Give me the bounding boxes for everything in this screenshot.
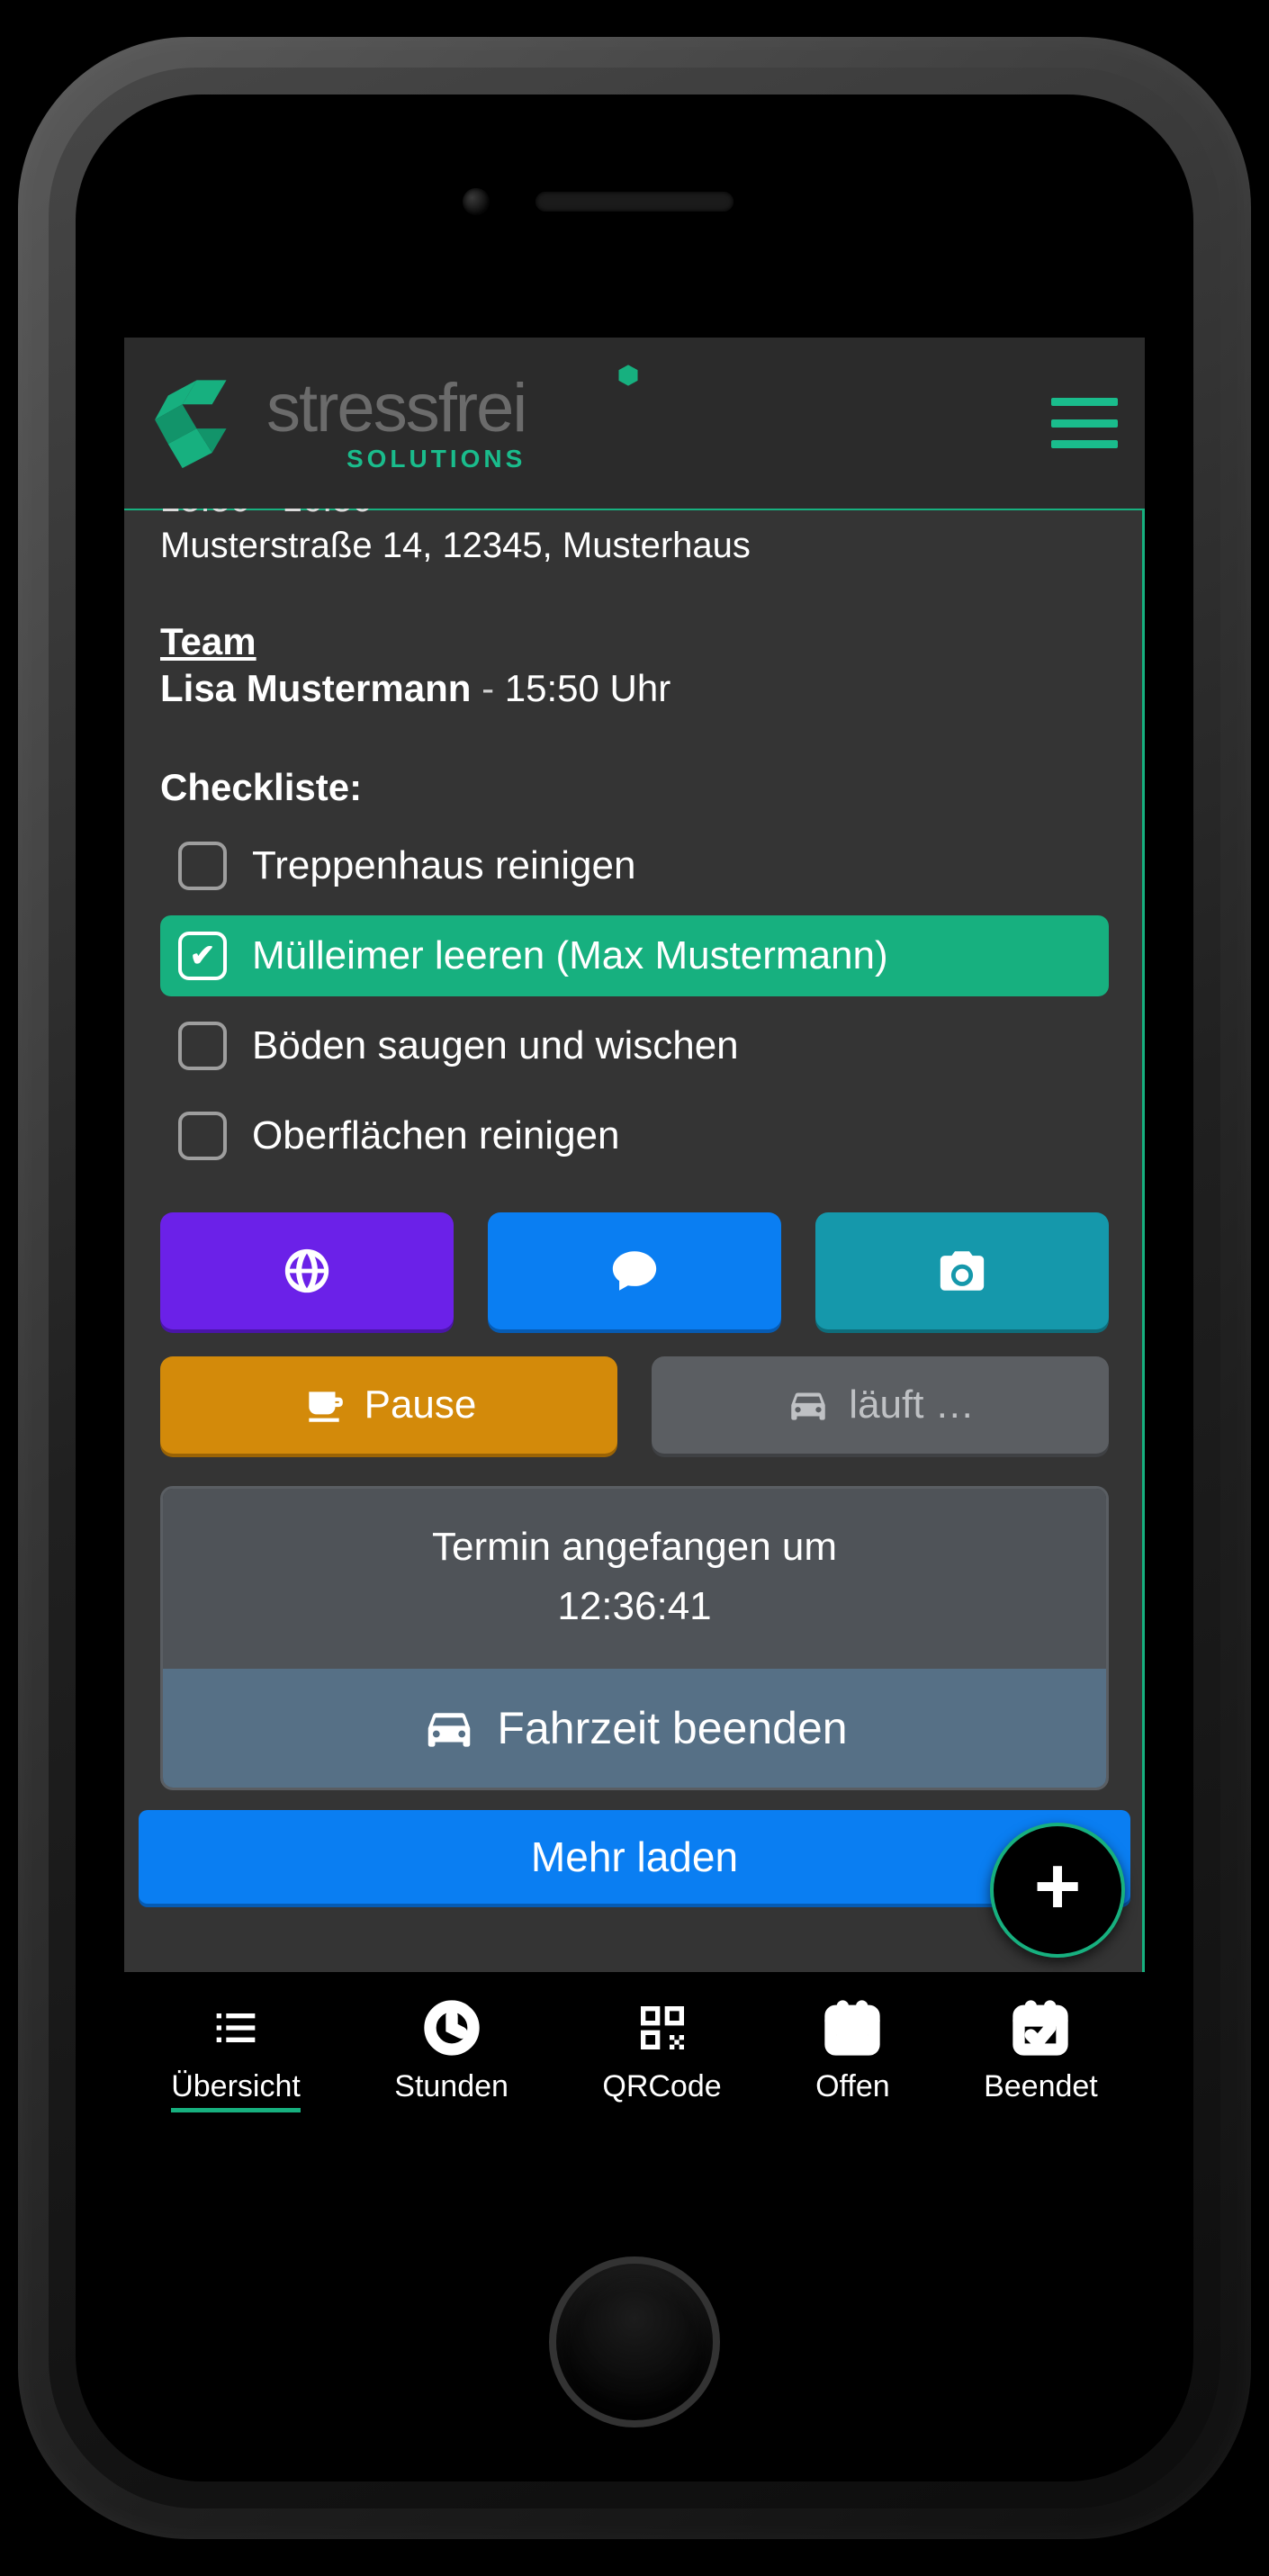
nav-open[interactable]: Offen — [815, 1999, 890, 2104]
add-fab[interactable]: + — [990, 1823, 1125, 1958]
calendar-icon — [824, 1999, 881, 2057]
end-drive-button[interactable]: Fahrzeit beenden — [163, 1669, 1106, 1788]
brand-sub: SOLUTIONS — [346, 446, 526, 472]
nav-label: QRCode — [602, 2069, 721, 2104]
checkbox-icon — [178, 1022, 227, 1070]
brand-logo[interactable]: stressfrei SOLUTIONS — [140, 374, 526, 473]
address: Musterstraße 14, 12345, Musterhaus — [160, 526, 1109, 566]
checklist-item-label: Oberflächen reinigen — [252, 1113, 619, 1158]
started-line: Termin angefangen um — [172, 1518, 1097, 1577]
globe-icon — [281, 1245, 333, 1297]
action-button-row: Pause läuft … — [160, 1356, 1109, 1454]
car-icon — [786, 1383, 831, 1428]
team-heading: Team — [160, 620, 1109, 663]
checklist-item-label: Böden saugen und wischen — [252, 1023, 739, 1068]
checklist-item[interactable]: Mülleimer leeren (Max Mustermann) — [160, 915, 1109, 996]
earpiece-speaker — [536, 192, 734, 212]
brand-name: stressfrei — [266, 374, 526, 443]
checklist-item[interactable]: Treppenhaus reinigen — [160, 825, 1109, 906]
load-more-label: Mehr laden — [531, 1833, 738, 1881]
nav-done[interactable]: Beendet — [984, 1999, 1098, 2104]
team-member-name: Lisa Mustermann — [160, 667, 471, 709]
menu-button[interactable] — [1051, 398, 1118, 448]
checklist-item-label: Mülleimer leeren (Max Mustermann) — [252, 933, 888, 978]
nav-overview[interactable]: Übersicht — [171, 1999, 301, 2112]
checklist-item[interactable]: Oberflächen reinigen — [160, 1095, 1109, 1176]
phone-bezel: Gebäude … Mustermann GmbH 15:50 - 16:50 … — [76, 95, 1193, 2481]
started-info: Termin angefangen um 12:36:41 — [163, 1489, 1106, 1669]
team-member: Lisa Mustermann - 15:50 Uhr — [160, 667, 1109, 710]
qrcode-icon — [634, 1999, 691, 2057]
hexagon-dot-icon — [616, 363, 641, 388]
checklist-item[interactable]: Böden saugen und wischen — [160, 1005, 1109, 1086]
car-icon — [421, 1700, 477, 1756]
app-header: stressfrei SOLUTIONS — [124, 338, 1145, 509]
nav-label: Offen — [815, 2069, 890, 2104]
chat-icon — [608, 1245, 661, 1297]
nav-hours[interactable]: Stunden — [394, 1999, 508, 2104]
app-screen: Gebäude … Mustermann GmbH 15:50 - 16:50 … — [124, 338, 1145, 2220]
phone-frame-inner: Gebäude … Mustermann GmbH 15:50 - 16:50 … — [49, 68, 1220, 2508]
calendar-check-icon — [1012, 1999, 1069, 2057]
plus-icon: + — [1034, 1846, 1082, 1927]
chat-button[interactable] — [488, 1212, 781, 1329]
camera-icon — [936, 1245, 988, 1297]
logo-text: stressfrei SOLUTIONS — [266, 374, 526, 472]
scroll-content: Gebäude … Mustermann GmbH 15:50 - 16:50 … — [124, 338, 1145, 1972]
coffee-icon — [302, 1383, 346, 1428]
job-card: Gebäude … Mustermann GmbH 15:50 - 16:50 … — [124, 374, 1145, 1790]
selection-frame — [1142, 508, 1145, 1975]
end-drive-label: Fahrzeit beenden — [497, 1702, 847, 1754]
checkbox-icon — [178, 1112, 227, 1160]
home-button[interactable] — [549, 2256, 720, 2427]
team-member-time: 15:50 Uhr — [505, 667, 670, 709]
front-camera — [463, 188, 490, 215]
bottom-nav: Übersicht Stunden QRCode Offen — [124, 1972, 1145, 2220]
globe-button[interactable] — [160, 1212, 454, 1329]
nav-label: Stunden — [394, 2069, 508, 2104]
checklist-item-label: Treppenhaus reinigen — [252, 843, 635, 888]
nav-label: Beendet — [984, 2069, 1098, 2104]
phone-frame: Gebäude … Mustermann GmbH 15:50 - 16:50 … — [18, 37, 1251, 2539]
clock-icon — [423, 1999, 481, 2057]
checklist-heading: Checkliste: — [160, 766, 1109, 809]
pause-label: Pause — [364, 1383, 477, 1428]
started-time: 12:36:41 — [172, 1577, 1097, 1636]
drive-running-button[interactable]: läuft … — [652, 1356, 1109, 1454]
list-icon — [207, 1999, 265, 2057]
icon-button-row — [160, 1212, 1109, 1329]
load-more-button[interactable]: Mehr laden — [139, 1810, 1130, 1904]
logo-mark-icon — [140, 374, 257, 473]
nav-label: Übersicht — [171, 2069, 301, 2112]
checklist: Treppenhaus reinigen Mülleimer leeren (M… — [160, 825, 1109, 1176]
running-label: läuft … — [849, 1383, 974, 1428]
checkbox-icon — [178, 842, 227, 890]
camera-button[interactable] — [815, 1212, 1109, 1329]
started-panel: Termin angefangen um 12:36:41 Fahrzeit b… — [160, 1486, 1109, 1790]
nav-qrcode[interactable]: QRCode — [602, 1999, 721, 2104]
pause-button[interactable]: Pause — [160, 1356, 617, 1454]
checkbox-icon — [178, 932, 227, 980]
